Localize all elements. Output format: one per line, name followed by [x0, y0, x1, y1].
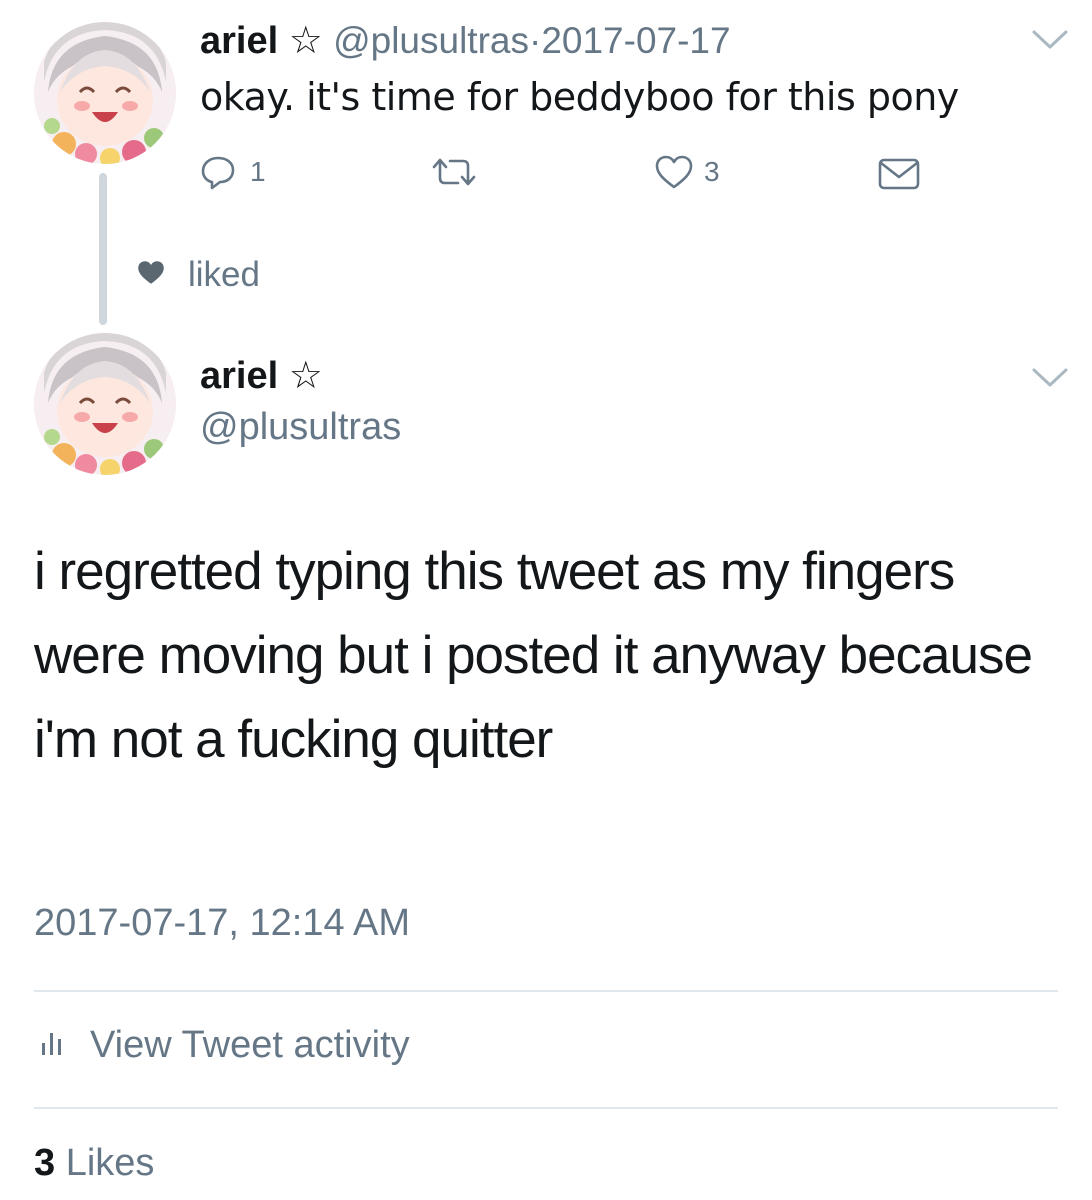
heart-filled-icon	[136, 259, 166, 291]
author-name-text: ariel ☆	[200, 355, 323, 397]
likes-stat[interactable]: 3 Likes	[34, 1142, 154, 1185]
reply-icon	[200, 154, 236, 190]
retweet-icon	[432, 156, 476, 188]
avatar[interactable]	[34, 22, 176, 164]
thread-line	[99, 173, 107, 325]
view-tweet-activity-button[interactable]: View Tweet activity	[36, 1024, 410, 1067]
chevron-down-icon[interactable]	[1032, 30, 1068, 55]
author-handle[interactable]: @plusultras	[333, 20, 529, 61]
author-handle[interactable]: @plusultras	[200, 405, 401, 449]
author-name[interactable]: ariel ☆	[200, 354, 323, 406]
like-count: 3	[704, 156, 720, 187]
tweet-text: okay. it's time for beddyboo for this po…	[200, 75, 959, 119]
tweet1-header: ariel ☆ @plusultras·2017-07-17	[200, 20, 731, 62]
heart-outline-icon	[654, 154, 694, 190]
direct-message-button[interactable]	[878, 158, 920, 190]
tweet-text: i regretted typing this tweet as my fing…	[34, 542, 1033, 769]
bar-chart-icon	[36, 1024, 66, 1067]
divider	[34, 990, 1058, 992]
likes-count: 3	[34, 1142, 56, 1184]
reply-button[interactable]: 1	[200, 154, 266, 190]
author-name[interactable]: ariel ☆	[200, 20, 323, 62]
chevron-down-icon[interactable]	[1032, 368, 1068, 393]
social-context-text: liked	[188, 255, 260, 294]
reply-count: 1	[250, 156, 266, 187]
social-context: liked	[136, 255, 260, 295]
retweet-button[interactable]	[432, 156, 476, 188]
like-button[interactable]: 3	[654, 154, 720, 190]
envelope-icon	[878, 158, 920, 190]
divider	[34, 1107, 1058, 1109]
separator: ·	[529, 20, 542, 61]
likes-label: Likes	[65, 1142, 155, 1184]
tweet-date[interactable]: 2017-07-17	[541, 20, 730, 61]
avatar[interactable]	[34, 333, 176, 475]
view-tweet-activity-label: View Tweet activity	[90, 1024, 410, 1066]
tweet-timestamp: 2017-07-17, 12:14 AM	[34, 902, 411, 944]
